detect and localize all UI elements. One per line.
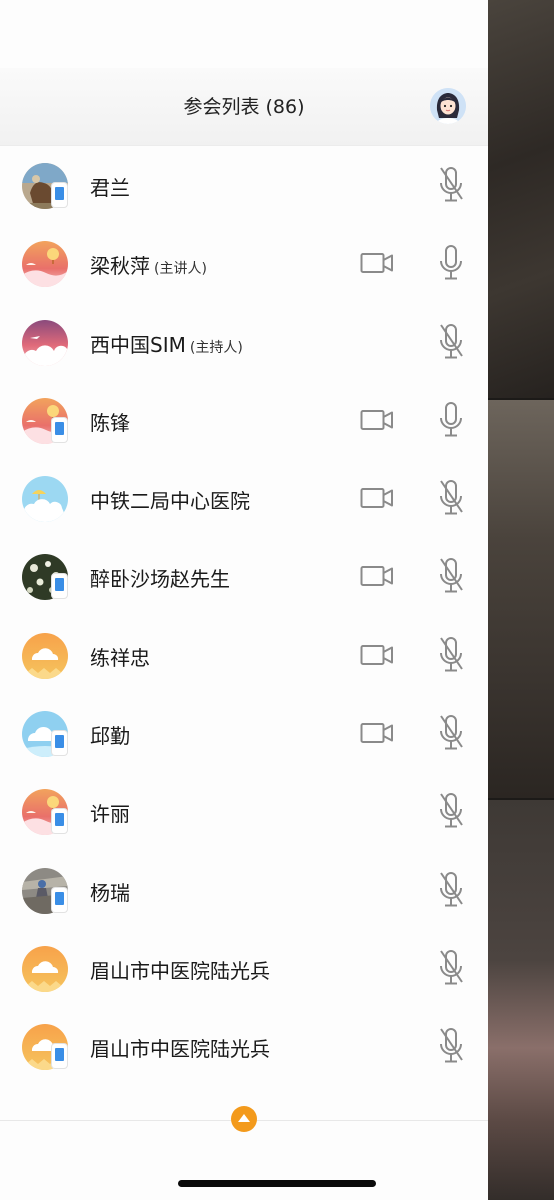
- participant-row[interactable]: 君兰: [0, 146, 488, 224]
- participant-name: 练祥忠: [90, 642, 150, 671]
- participant-row[interactable]: 中铁二局中心医院: [0, 459, 488, 537]
- page-title: 参会列表 (86): [183, 96, 305, 118]
- participant-role: (主讲人): [154, 261, 207, 278]
- participant-name-text: 君兰: [90, 176, 130, 200]
- mobile-device-icon: [52, 417, 67, 442]
- microphone-icon[interactable]: [436, 401, 466, 439]
- panel-header: 参会列表 (86): [0, 68, 488, 146]
- participant-row[interactable]: 杨瑞: [0, 851, 488, 929]
- avatar: [22, 319, 68, 366]
- participant-row[interactable]: 醉卧沙场赵先生: [0, 537, 488, 615]
- video-camera-icon[interactable]: [360, 722, 394, 744]
- participant-row[interactable]: 许丽: [0, 772, 488, 850]
- participant-name: 陈锋: [90, 407, 130, 436]
- avatar: [22, 241, 68, 288]
- participant-name-text: 眉山市中医院陆光兵: [90, 958, 270, 983]
- video-camera-icon[interactable]: [360, 487, 394, 509]
- video-camera-icon[interactable]: [360, 409, 394, 431]
- participant-name: 梁秋萍 (主讲人): [90, 250, 207, 279]
- mobile-device-icon: [52, 731, 67, 756]
- participant-row[interactable]: 陈锋: [0, 381, 488, 459]
- avatar-image: [22, 945, 68, 992]
- avatar: [22, 789, 68, 836]
- participant-name-text: 眉山市中医院陆光兵: [90, 1037, 270, 1062]
- avatar-image: [22, 476, 68, 523]
- participant-name-text: 西中国SIM: [90, 332, 186, 357]
- self-avatar[interactable]: [430, 88, 466, 124]
- mobile-device-icon: [52, 574, 67, 599]
- avatar-image: [22, 241, 68, 288]
- avatar: [22, 397, 68, 444]
- microphone-muted-icon[interactable]: [436, 557, 466, 595]
- mobile-device-icon: [52, 183, 67, 207]
- participant-name: 中铁二局中心医院: [90, 485, 250, 514]
- participant-name-text: 邱勤: [90, 724, 130, 749]
- avatar-image: [22, 632, 68, 679]
- participant-name: 醉卧沙场赵先生: [90, 563, 230, 592]
- participant-name-text: 梁秋萍: [90, 254, 150, 279]
- participant-role: (主持人): [189, 339, 243, 356]
- microphone-muted-icon[interactable]: [436, 714, 466, 752]
- avatar: [22, 632, 68, 679]
- microphone-muted-icon[interactable]: [436, 871, 466, 909]
- microphone-muted-icon[interactable]: [436, 636, 466, 674]
- avatar-image: [22, 319, 68, 366]
- video-camera-icon[interactable]: [360, 644, 394, 666]
- participant-name: 君兰: [90, 172, 130, 201]
- participant-name-text: 陈锋: [90, 410, 130, 435]
- participant-name-text: 许丽: [90, 802, 130, 827]
- microphone-muted-icon[interactable]: [436, 479, 466, 517]
- participant-row[interactable]: 邱勤: [0, 694, 488, 772]
- participant-list: 君兰梁秋萍 (主讲人) 西中国SIM (主持人) 陈锋中铁二局中心医院 醉卧沙场赵先生 练祥…: [0, 146, 488, 1086]
- video-tile[interactable]: [488, 800, 554, 1200]
- avatar: [22, 476, 68, 523]
- participant-name: 许丽: [90, 798, 130, 827]
- participant-name: 西中国SIM (主持人): [90, 329, 243, 358]
- video-tile[interactable]: [488, 400, 554, 798]
- avatar: [22, 867, 68, 914]
- avatar: [22, 163, 68, 209]
- participant-name-text: 中铁二局中心医院: [90, 489, 250, 514]
- microphone-muted-icon[interactable]: [436, 792, 466, 830]
- video-camera-icon[interactable]: [360, 565, 394, 587]
- participant-row[interactable]: 练祥忠: [0, 616, 488, 694]
- video-camera-icon[interactable]: [360, 252, 394, 274]
- bottom-bar: [0, 1120, 488, 1200]
- microphone-muted-icon[interactable]: [436, 323, 466, 361]
- microphone-muted-icon[interactable]: [436, 166, 466, 204]
- participant-name-text: 醉卧沙场赵先生: [90, 567, 230, 592]
- participant-name: 邱勤: [90, 720, 130, 749]
- avatar: [22, 1024, 68, 1071]
- participant-name-text: 练祥忠: [90, 645, 150, 670]
- avatar: [22, 945, 68, 992]
- mobile-device-icon: [52, 1044, 67, 1069]
- mobile-device-icon: [52, 809, 67, 834]
- microphone-icon[interactable]: [436, 244, 466, 282]
- participant-row[interactable]: 西中国SIM (主持人): [0, 303, 488, 381]
- video-tile[interactable]: [488, 0, 554, 398]
- avatar: [22, 711, 68, 758]
- microphone-muted-icon[interactable]: [436, 1027, 466, 1065]
- collapse-button[interactable]: [231, 1106, 257, 1132]
- participant-name: 眉山市中医院陆光兵: [90, 1033, 270, 1062]
- home-indicator: [178, 1180, 376, 1187]
- participant-row[interactable]: 眉山市中医院陆光兵: [0, 1007, 488, 1085]
- participant-name: 眉山市中医院陆光兵: [90, 955, 270, 984]
- participant-panel: 参会列表 (86) 君兰梁秋萍 (主讲人) 西中国SIM (主持人) 陈锋中铁二局中心医…: [0, 0, 488, 1200]
- participant-row[interactable]: 梁秋萍 (主讲人): [0, 224, 488, 302]
- avatar: [22, 554, 68, 601]
- video-strip: [488, 0, 554, 1200]
- mobile-device-icon: [52, 887, 67, 912]
- participant-row[interactable]: 眉山市中医院陆光兵: [0, 929, 488, 1007]
- participant-name: 杨瑞: [90, 877, 130, 906]
- participant-name-text: 杨瑞: [90, 880, 130, 905]
- microphone-muted-icon[interactable]: [436, 949, 466, 987]
